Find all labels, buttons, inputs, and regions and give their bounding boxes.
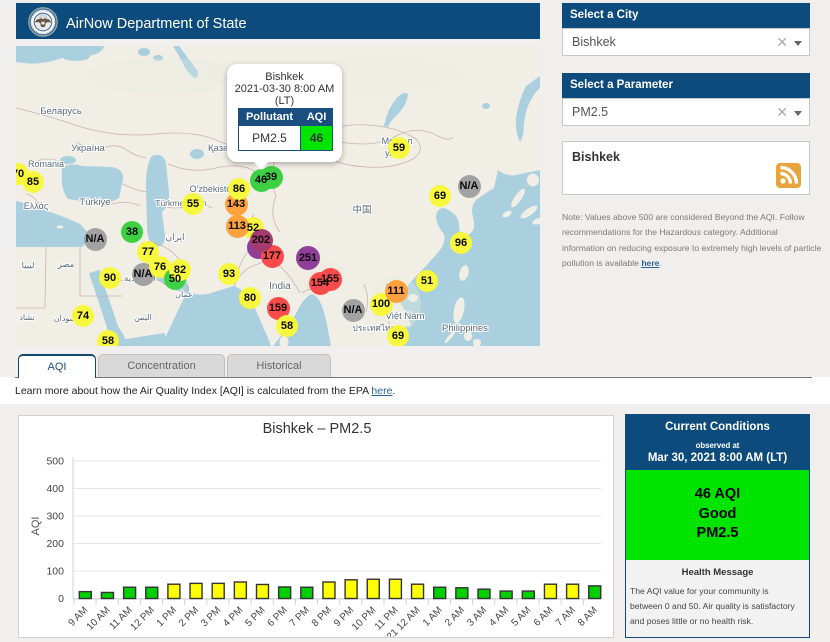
- svg-text:200: 200: [46, 538, 64, 550]
- svg-text:تشاد: تشاد: [19, 313, 34, 322]
- svg-text:Україна: Україна: [71, 143, 105, 154]
- svg-text:3 AM: 3 AM: [465, 605, 489, 629]
- svg-text:ایران: ایران: [165, 232, 184, 243]
- svg-text:India: India: [269, 281, 291, 292]
- svg-text:Ελλάς: Ελλάς: [24, 201, 49, 211]
- svg-text:1 AM: 1 AM: [421, 605, 445, 629]
- svg-text:4 AM: 4 AM: [487, 605, 511, 629]
- svg-text:5 AM: 5 AM: [510, 605, 534, 629]
- svg-text:Беларусь: Беларусь: [40, 106, 82, 117]
- svg-text:Philippines: Philippines: [442, 323, 488, 334]
- svg-text:Việt Nam: Việt Nam: [386, 311, 425, 322]
- svg-text:0: 0: [58, 593, 64, 605]
- svg-text:4 PM: 4 PM: [221, 605, 245, 629]
- svg-text:7 PM: 7 PM: [288, 605, 312, 629]
- svg-text:8 PM: 8 PM: [310, 605, 334, 629]
- svg-text:10 PM: 10 PM: [350, 605, 378, 633]
- svg-text:1 PM: 1 PM: [155, 605, 179, 629]
- svg-text:8 AM: 8 AM: [576, 605, 600, 629]
- svg-text:10 AM: 10 AM: [85, 605, 113, 633]
- svg-text:3 PM: 3 PM: [199, 605, 223, 629]
- svg-text:100: 100: [46, 566, 64, 578]
- svg-text:6 AM: 6 AM: [532, 605, 556, 629]
- svg-text:Romania: Romania: [28, 159, 64, 169]
- svg-text:عمان: عمان: [175, 290, 193, 299]
- svg-text:6 PM: 6 PM: [265, 605, 289, 629]
- svg-text:AQI: AQI: [30, 517, 42, 536]
- svg-text:2 AM: 2 AM: [443, 605, 467, 629]
- svg-text:Bishkek – PM2.5: Bishkek – PM2.5: [263, 421, 372, 437]
- svg-text:ليبيا: ليبيا: [22, 260, 35, 270]
- svg-text:500: 500: [46, 456, 64, 468]
- svg-text:مصر: مصر: [57, 259, 75, 270]
- svg-text:中国: 中国: [352, 204, 371, 216]
- svg-text:5 PM: 5 PM: [243, 605, 267, 629]
- svg-text:12 PM: 12 PM: [129, 605, 157, 633]
- svg-text:اليمن: اليمن: [134, 313, 152, 322]
- svg-text:Türkiye: Türkiye: [79, 197, 110, 208]
- svg-text:7 AM: 7 AM: [554, 605, 578, 629]
- svg-text:400: 400: [46, 483, 64, 495]
- svg-text:2 PM: 2 PM: [177, 605, 201, 629]
- svg-text:300: 300: [46, 511, 64, 523]
